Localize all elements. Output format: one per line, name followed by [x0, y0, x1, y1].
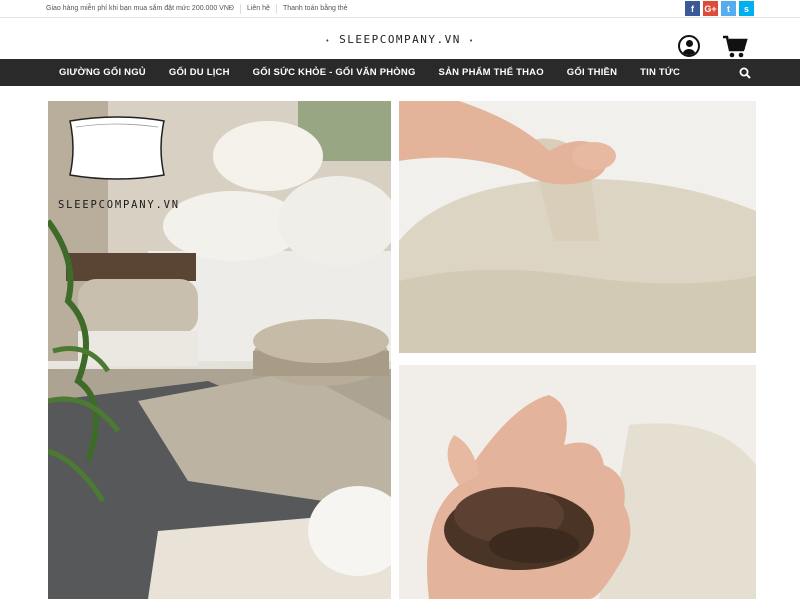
living-room-image[interactable]: SLEEPCOMPANY.VN [48, 101, 391, 599]
main-nav: GIƯỜNG GỐI NGỦ GỐI DU LỊCH GỐI SỨC KHỎE … [0, 59, 800, 86]
contact-link[interactable]: Liên hệ [241, 4, 277, 14]
nav-item-goi-du-lich[interactable]: GỐI DU LỊCH [169, 67, 230, 78]
free-shipping-link[interactable]: Giao hàng miễn phí khi bạn mua sắm đặt m… [46, 4, 241, 14]
nav-item-san-pham-the-thao[interactable]: SẢN PHẨM THỂ THAO [439, 67, 544, 78]
twitter-icon[interactable]: t [721, 1, 736, 16]
skype-icon[interactable]: s [739, 1, 754, 16]
nav-item-goi-suc-khoe[interactable]: GỐI SỨC KHỎE - GỐI VĂN PHÒNG [253, 67, 416, 78]
top-bar: Giao hàng miễn phí khi bạn mua sắm đặt m… [0, 0, 800, 18]
facebook-icon[interactable]: f [685, 1, 700, 16]
nav-item-giuong-goi-ngu[interactable]: GIƯỜNG GỐI NGỦ [59, 67, 146, 78]
pillow-logo-icon [69, 116, 165, 180]
buckwheat-hulls-image[interactable] [399, 365, 756, 599]
user-icon-head [686, 40, 693, 47]
logo-text: SLEEPCOMPANY.VN [339, 33, 461, 46]
buckwheat-hulls-illustration [399, 365, 756, 599]
top-links: Giao hàng miễn phí khi bạn mua sắm đặt m… [46, 0, 354, 18]
nav-item-tin-tuc[interactable]: TIN TỨC [640, 67, 680, 78]
logo-left-ornament-icon: • [325, 37, 331, 45]
cushion-handle-image[interactable] [399, 101, 756, 353]
user-icon[interactable] [678, 35, 700, 57]
user-icon-body [682, 49, 696, 55]
site-header: • SLEEPCOMPANY.VN • [0, 19, 800, 59]
google-plus-icon[interactable]: G+ [703, 1, 718, 16]
card-payment-link[interactable]: Thanh toán bằng thẻ [277, 4, 354, 14]
cushion-handle-illustration [399, 101, 756, 353]
overlay-brand-text: SLEEPCOMPANY.VN [58, 199, 180, 211]
cart-icon[interactable] [722, 35, 748, 59]
search-icon[interactable] [739, 67, 751, 79]
social-links: f G+ t s [685, 1, 754, 16]
logo-right-ornament-icon: • [469, 37, 475, 45]
nav-item-goi-thien[interactable]: GỐI THIỀN [567, 67, 617, 78]
